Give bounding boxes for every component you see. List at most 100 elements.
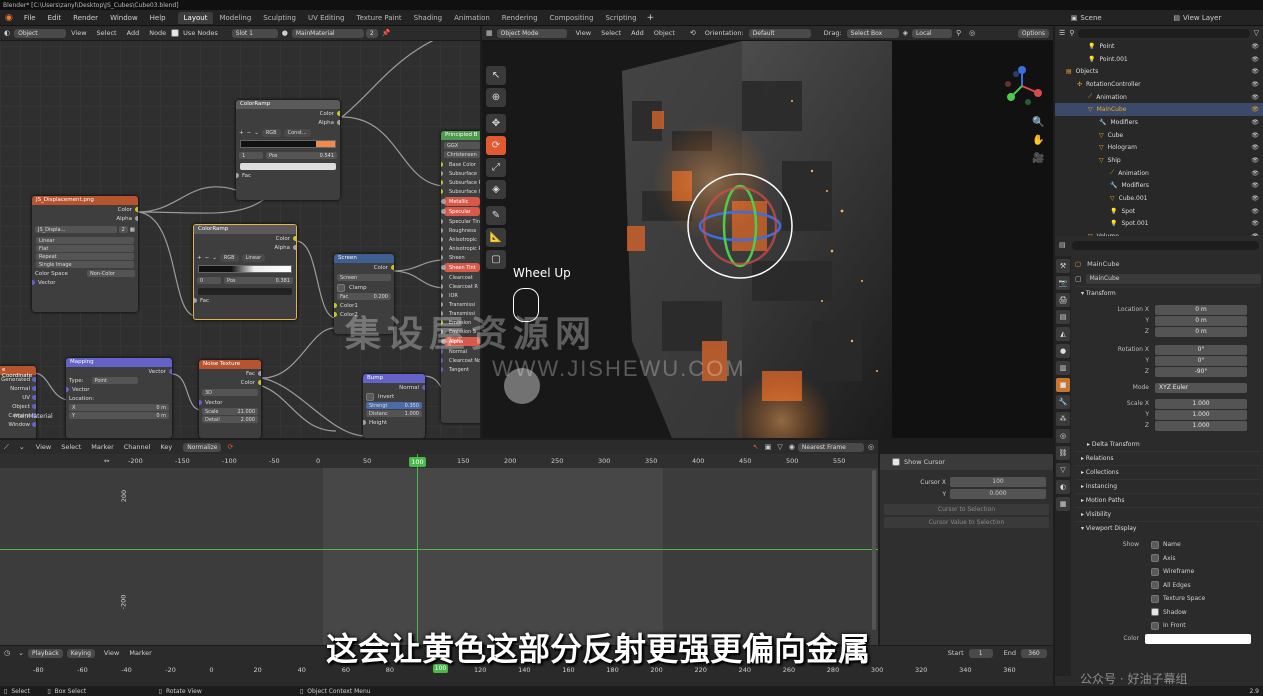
pivot-icon[interactable]: ◉ <box>786 443 798 451</box>
node-menu-select[interactable]: Select <box>92 29 122 37</box>
collapsed-panel[interactable]: ▸ Relations <box>1075 451 1261 465</box>
colorramp-node-1[interactable]: ColorRamp Color Alpha + − ⌄ RGB Const... 1… <box>236 100 340 200</box>
socket-icon[interactable] <box>135 216 138 221</box>
graph-menu-select[interactable]: Select <box>56 443 86 451</box>
add-cube-tool-icon[interactable]: ▢ <box>486 250 506 269</box>
principled-input-row[interactable]: Roughness <box>441 226 480 235</box>
transform-panel-header[interactable]: ▾ Transform <box>1075 286 1261 300</box>
source-dropdown[interactable]: Single Image <box>36 261 134 268</box>
screen-fac-value[interactable]: 0.200 <box>374 294 388 300</box>
colorramp-node-2[interactable]: ColorRamp Color Alpha + − ⌄ RGB Linear 0 P… <box>193 224 297 320</box>
socket-icon[interactable] <box>441 358 443 363</box>
invert-checkbox[interactable] <box>366 392 374 401</box>
socket-icon[interactable] <box>334 303 337 308</box>
principled-input-row[interactable]: Subsurface <box>441 169 480 178</box>
socket-icon[interactable] <box>441 293 443 298</box>
orientation-dropdown[interactable]: Default <box>748 28 811 38</box>
principled-input-row[interactable]: Clearcoat <box>441 273 480 282</box>
filter-icon[interactable]: ▽ <box>774 443 785 451</box>
editor-type-icon[interactable]: ◐ <box>0 29 14 37</box>
cursor-x-field[interactable]: 100 <box>950 477 1046 487</box>
image-name-field[interactable]: JS_Displa... <box>35 226 117 233</box>
collapsed-panel[interactable]: ▸ Visibility <box>1075 507 1261 521</box>
show-option[interactable]: Shadow <box>1075 606 1261 620</box>
socket-icon[interactable] <box>32 377 36 382</box>
mapping-y-value[interactable]: 0 m <box>156 413 166 419</box>
cursor-to-selection-button[interactable]: Cursor to Selection <box>884 504 1049 515</box>
rotation-z-field[interactable]: -90° <box>1155 366 1247 377</box>
graph-menu-channel[interactable]: Channel <box>119 443 156 451</box>
outliner-item[interactable]: ⟋ Animation 👁 <box>1055 167 1263 180</box>
view-layer-selector[interactable]: View Layer <box>1183 14 1263 22</box>
principled-input-row[interactable]: Tangent <box>441 365 480 374</box>
graph-menu-marker[interactable]: Marker <box>86 443 118 451</box>
properties-search-input[interactable] <box>1071 240 1259 250</box>
visibility-eye-icon[interactable]: 👁 <box>1251 157 1259 164</box>
principled-input-row[interactable]: Base Color <box>441 160 480 169</box>
outliner-item[interactable]: ⟋ Animation 👁 <box>1055 91 1263 104</box>
menu-file[interactable]: File <box>18 14 42 22</box>
bump-node[interactable]: Bump Normal Invert Strengt 0.350 Distanc 1… <box>363 374 425 438</box>
graph-menu-key[interactable]: Key <box>155 443 177 451</box>
show-option[interactable]: In Front <box>1075 619 1261 633</box>
visibility-eye-icon[interactable]: 👁 <box>1251 195 1259 202</box>
visibility-eye-icon[interactable]: 👁 <box>1251 144 1259 151</box>
principled-input-row[interactable]: Anisotropic R <box>441 244 480 253</box>
socket-icon[interactable] <box>32 395 36 400</box>
tab-uv-editing[interactable]: UV Editing <box>302 12 351 24</box>
proportional-edit-icon[interactable]: ◎ <box>965 29 979 37</box>
timeline-dropdown-icon[interactable]: ⌄ <box>14 649 28 657</box>
add-workspace-icon[interactable]: + <box>643 13 659 23</box>
select-tool-icon[interactable]: ↖ <box>486 66 506 85</box>
editor-type-icon[interactable]: ⟋ <box>0 443 13 452</box>
socket-icon[interactable] <box>66 387 69 392</box>
vp-menu-select[interactable]: Select <box>596 29 626 37</box>
tab-texture-paint[interactable]: Texture Paint <box>351 12 408 24</box>
camera-view-icon[interactable]: 🎥 <box>1032 150 1044 168</box>
colorramp-2-color-swatch[interactable] <box>198 288 292 295</box>
outliner-type-icon[interactable]: ☰ <box>1059 29 1065 37</box>
socket-icon[interactable] <box>169 369 172 374</box>
colorramp-1-index[interactable]: 1 <box>239 152 263 159</box>
visibility-eye-icon[interactable]: 👁 <box>1251 220 1259 227</box>
interpolation-dropdown[interactable]: Linear <box>36 237 134 244</box>
principled-input-row[interactable]: IOR <box>441 291 480 300</box>
mapping-x-value[interactable]: 0 m <box>156 405 166 411</box>
vp-menu-view[interactable]: View <box>571 29 596 37</box>
socket-icon[interactable] <box>293 245 296 250</box>
cursor-tool-icon[interactable]: ⊕ <box>486 88 506 107</box>
location-y-field[interactable]: 0 m <box>1155 315 1247 326</box>
show-option[interactable]: Wireframe <box>1075 565 1261 579</box>
projection-dropdown[interactable]: Flat <box>36 245 134 252</box>
show-option-checkbox[interactable] <box>1151 554 1159 563</box>
socket-icon[interactable] <box>32 404 36 409</box>
show-option[interactable]: All Edges <box>1075 579 1261 593</box>
graph-editor[interactable]: ⟋ ⌄ View Select Marker Channel Key Norma… <box>0 440 878 645</box>
visibility-eye-icon[interactable]: 👁 <box>1251 68 1259 75</box>
outliner-item[interactable]: ▽ Hologram 👁 <box>1055 142 1263 155</box>
mode-dropdown-icon[interactable]: ⌄ <box>13 443 31 451</box>
menu-help[interactable]: Help <box>144 14 172 22</box>
tab-scripting[interactable]: Scripting <box>599 12 642 24</box>
principled-input-row[interactable]: Metallic <box>441 197 480 206</box>
principled-input-row[interactable]: Clearcoat R <box>441 282 480 291</box>
outliner-item[interactable]: 🔧 Modifiers 👁 <box>1055 180 1263 193</box>
add-stop-icon[interactable]: + <box>197 255 202 261</box>
outliner-item[interactable]: 🔧 Modifiers 👁 <box>1055 116 1263 129</box>
outliner-item[interactable]: 💡 Point 👁 <box>1055 40 1263 53</box>
socket-icon[interactable] <box>441 275 443 280</box>
bump-strength-value[interactable]: 0.350 <box>405 403 419 409</box>
collapsed-panel[interactable]: ▸ Motion Paths <box>1075 493 1261 507</box>
socket-icon[interactable] <box>32 280 35 285</box>
socket-icon[interactable] <box>422 385 425 390</box>
properties-editor[interactable]: ▤ ⚒ 📷 🖨 ▤ ◭ ● ▥ ■ 🔧 ⁂ ◎ ⛓ ▽ ◐ ▦ ▢ MainCu… <box>1055 236 1263 696</box>
show-option-checkbox[interactable] <box>1151 540 1159 549</box>
vp-menu-object[interactable]: Object <box>649 29 680 37</box>
rotation-y-field[interactable]: 0° <box>1155 355 1247 366</box>
colorramp-2-pos[interactable]: 0.381 <box>276 278 290 284</box>
render-tab-icon[interactable]: 📷 <box>1056 276 1070 290</box>
color-swatch[interactable] <box>1145 633 1251 644</box>
socket-icon[interactable] <box>441 284 443 289</box>
visibility-eye-icon[interactable]: 👁 <box>1251 43 1259 50</box>
outliner-item[interactable]: 💡 Spot.001 👁 <box>1055 218 1263 231</box>
